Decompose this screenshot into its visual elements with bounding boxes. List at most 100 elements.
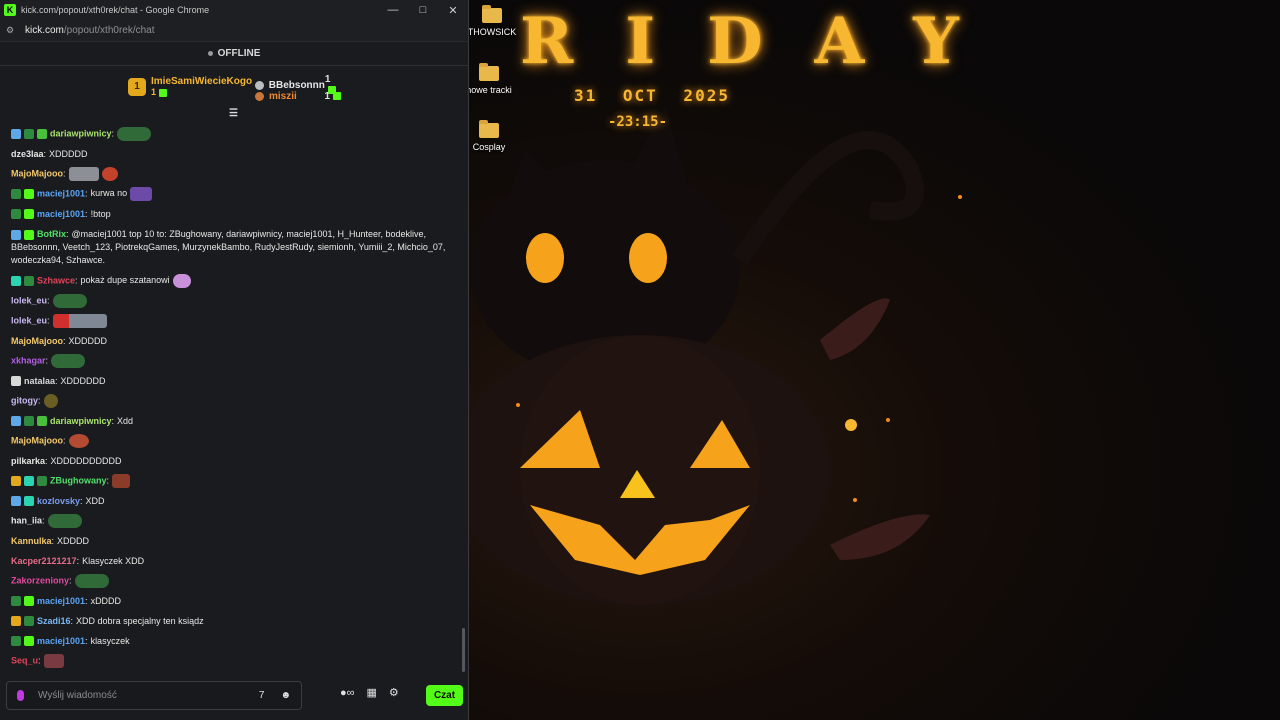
chat-message: maciej1001: xDDDD: [11, 591, 448, 611]
user-badge-icon[interactable]: [11, 376, 21, 387]
chat-username[interactable]: Zakorzeniony: [11, 575, 69, 585]
username-separator: :: [85, 208, 88, 219]
emote-icon[interactable]: [130, 187, 153, 201]
chat-message: Szhawce: pokaż dupe szatanowi: [11, 271, 448, 291]
chat-input-placeholder[interactable]: Wyślij wiadomość: [38, 690, 117, 701]
user-badge-icon[interactable]: [11, 276, 21, 286]
chat-message: Szadi16: XDD dobra specjalny ten ksiądz: [11, 611, 448, 631]
chat-username[interactable]: Seq_u: [11, 655, 38, 665]
chat-username[interactable]: lolek_eu: [11, 315, 47, 325]
folder-icon: [479, 120, 499, 138]
username-separator: :: [45, 455, 48, 466]
chat-message: ZBughowany:: [11, 471, 448, 491]
username-separator: :: [111, 128, 115, 139]
chat-username[interactable]: xkhagar: [11, 355, 46, 365]
user-badge-icon[interactable]: [24, 476, 34, 486]
leaderboard-first[interactable]: 1 ImieSamiWiecieKogo 1: [128, 76, 252, 97]
stream-status: OFFLINE: [0, 42, 468, 66]
user-badge-icon[interactable]: [11, 229, 21, 240]
chat-username[interactable]: dariawpiwnicy: [50, 128, 112, 138]
points-icon[interactable]: ●∞: [340, 687, 355, 699]
chat-username[interactable]: MajoMajooo: [11, 435, 63, 445]
chat-username[interactable]: Kannulka: [11, 536, 52, 546]
store-icon[interactable]: ▦: [367, 686, 377, 699]
emote-icon[interactable]: [52, 294, 87, 308]
emote-icon[interactable]: [74, 574, 109, 588]
chat-username[interactable]: MajoMajooo: [11, 336, 63, 346]
user-badge-icon[interactable]: [11, 476, 21, 486]
emoji-icon[interactable]: ☻: [280, 690, 291, 701]
user-badge-icon[interactable]: [11, 636, 21, 647]
user-badge-icon[interactable]: [37, 416, 47, 427]
emote-icon[interactable]: [52, 314, 107, 328]
user-badge-icon[interactable]: [24, 229, 34, 240]
emote-icon[interactable]: [47, 514, 82, 528]
chat-messages[interactable]: dariawpiwnicy: dze3laa: XDDDDD MajoMajooo: m…: [0, 124, 466, 674]
maximize-button[interactable]: □: [408, 4, 438, 17]
user-badge-icon[interactable]: [11, 416, 21, 427]
chat-username[interactable]: maciej1001: [37, 209, 85, 219]
site-info-icon[interactable]: ⚙: [6, 25, 20, 36]
emote-icon[interactable]: [68, 434, 89, 448]
chat-username[interactable]: maciej1001: [37, 188, 85, 198]
close-button[interactable]: ✕: [438, 4, 468, 17]
emote-icon[interactable]: [43, 394, 58, 408]
user-badge-icon[interactable]: [11, 496, 21, 507]
leaderboard-row[interactable]: miszii 1: [255, 91, 341, 102]
chat-username[interactable]: han_iia: [11, 515, 42, 525]
minimize-button[interactable]: —: [378, 4, 408, 17]
user-badge-icon[interactable]: [24, 616, 34, 627]
emote-icon[interactable]: [68, 167, 99, 181]
desktop-icon-thowsick[interactable]: THOWSICK: [462, 5, 522, 37]
chat-message: BotRix: @maciej1001 top 10 to: ZBughowany…: [11, 224, 448, 271]
user-badge-icon[interactable]: [24, 496, 34, 507]
user-badge-icon[interactable]: [24, 129, 34, 139]
emote-icon[interactable]: [117, 127, 152, 141]
user-badge-icon[interactable]: [24, 636, 34, 647]
chat-username[interactable]: Szadi16: [37, 616, 71, 626]
chat-username[interactable]: ZBughowany: [50, 475, 107, 485]
settings-gear-icon[interactable]: ⚙: [389, 686, 399, 699]
chat-scrollbar[interactable]: [462, 628, 465, 672]
emote-icon[interactable]: [51, 354, 86, 368]
chat-username[interactable]: natalaa: [24, 376, 55, 386]
emote-icon[interactable]: [112, 474, 131, 488]
address-bar[interactable]: ⚙ kick.com /popout/xth0rek/chat: [0, 20, 468, 42]
user-badge-icon[interactable]: [24, 189, 34, 199]
chat-username[interactable]: kozlovsky: [37, 496, 80, 506]
chat-message: maciej1001: klasyczek: [11, 631, 448, 651]
chat-username[interactable]: gitogy: [11, 395, 38, 405]
user-badge-icon[interactable]: [11, 189, 21, 199]
chat-username[interactable]: Szhawce: [37, 275, 75, 285]
user-badge-icon[interactable]: [37, 129, 47, 139]
user-badge-icon[interactable]: [11, 596, 21, 607]
chat-username[interactable]: Kacper2121217: [11, 556, 77, 566]
title-bar[interactable]: K kick.com/popout/xth0rek/chat - Google …: [0, 0, 468, 20]
chat-username[interactable]: MajoMajooo: [11, 168, 63, 178]
chat-message: lolek_eu:: [11, 291, 448, 311]
user-badge-icon[interactable]: [24, 596, 34, 607]
user-badge-icon[interactable]: [24, 209, 34, 220]
chat-username[interactable]: dze3laa: [11, 149, 44, 159]
chat-username[interactable]: BotRix: [37, 229, 66, 239]
send-chat-button[interactable]: Czat: [426, 685, 463, 706]
chat-username[interactable]: maciej1001: [37, 636, 85, 646]
chat-message-text: XDDDDDD: [60, 375, 106, 386]
user-badge-icon[interactable]: [24, 416, 34, 427]
chat-username[interactable]: lolek_eu: [11, 295, 47, 305]
user-badge-icon[interactable]: [24, 276, 34, 286]
microphone-icon[interactable]: [17, 690, 24, 701]
expand-leaderboard-icon[interactable]: ☰: [229, 108, 238, 119]
chat-username[interactable]: maciej1001: [37, 596, 85, 606]
user-badge-icon[interactable]: [11, 616, 21, 627]
emote-icon[interactable]: [101, 167, 118, 181]
emote-icon[interactable]: [43, 654, 64, 668]
user-badge-icon[interactable]: [37, 476, 47, 486]
user-badge-icon[interactable]: [11, 129, 21, 139]
emote-7tv-icon[interactable]: 7: [259, 690, 265, 701]
chat-username[interactable]: dariawpiwnicy: [50, 416, 112, 426]
user-badge-icon[interactable]: [11, 209, 21, 220]
chat-username[interactable]: pilkarka: [11, 456, 45, 466]
chat-input-box[interactable]: Wyślij wiadomość 7 ☻: [6, 681, 302, 710]
emote-icon[interactable]: [172, 274, 191, 288]
